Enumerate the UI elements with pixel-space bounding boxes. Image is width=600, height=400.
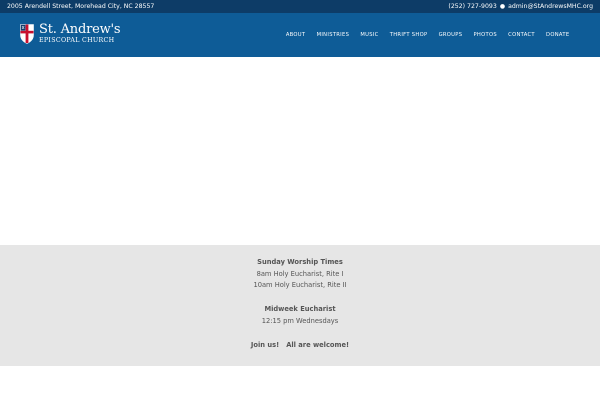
- nav-music[interactable]: MUSIC: [355, 32, 384, 38]
- logo-title: St. Andrew's: [39, 22, 121, 37]
- join-us-text: Join us!: [250, 341, 280, 349]
- sunday-heading: Sunday Worship Times: [257, 258, 343, 266]
- midweek-heading: Midweek Eucharist: [264, 305, 336, 313]
- separator-dot: ●: [499, 2, 506, 10]
- nav-about[interactable]: ABOUT: [280, 32, 311, 38]
- address-text: 2005 Arendell Street, Morehead City, NC …: [7, 3, 155, 10]
- sunday-service-2: 10am Holy Eucharist, Rite II: [253, 281, 347, 289]
- contact-info: (252) 727-9093 ● admin@StAndrewsMHC.org: [448, 3, 593, 10]
- logo-text: St. Andrew's EPISCOPAL CHURCH: [39, 22, 121, 45]
- site-logo[interactable]: St. Andrew's EPISCOPAL CHURCH: [20, 22, 121, 45]
- logo-subtitle: EPISCOPAL CHURCH: [39, 37, 115, 44]
- episcopal-shield-icon: [20, 24, 34, 44]
- all-welcome-text: All are welcome!: [286, 341, 350, 349]
- nav-groups[interactable]: GROUPS: [433, 32, 468, 38]
- nav-contact[interactable]: CONTACT: [503, 32, 541, 38]
- nav-photos[interactable]: PHOTOS: [468, 32, 503, 38]
- welcome-line: Join us! All are welcome!: [0, 341, 600, 349]
- nav-thrift-shop[interactable]: THRIFT SHOP: [384, 32, 433, 38]
- sunday-service-1: 8am Holy Eucharist, Rite I: [256, 270, 344, 278]
- email-link[interactable]: admin@StAndrewsMHC.org: [508, 3, 593, 10]
- worship-times-section: Sunday Worship Times 8am Holy Eucharist,…: [0, 245, 600, 366]
- top-contact-bar: 2005 Arendell Street, Morehead City, NC …: [0, 0, 600, 13]
- phone-link[interactable]: (252) 727-9093: [448, 3, 496, 10]
- nav-donate[interactable]: DONATE: [540, 32, 575, 38]
- nav-ministries[interactable]: MINISTRIES: [311, 32, 355, 38]
- midweek-service: 12:15 pm Wednesdays: [261, 317, 339, 325]
- hero-area: [0, 57, 600, 245]
- site-header: St. Andrew's EPISCOPAL CHURCH ABOUT MINI…: [0, 13, 600, 57]
- main-nav: ABOUT MINISTRIES MUSIC THRIFT SHOP GROUP…: [280, 13, 575, 57]
